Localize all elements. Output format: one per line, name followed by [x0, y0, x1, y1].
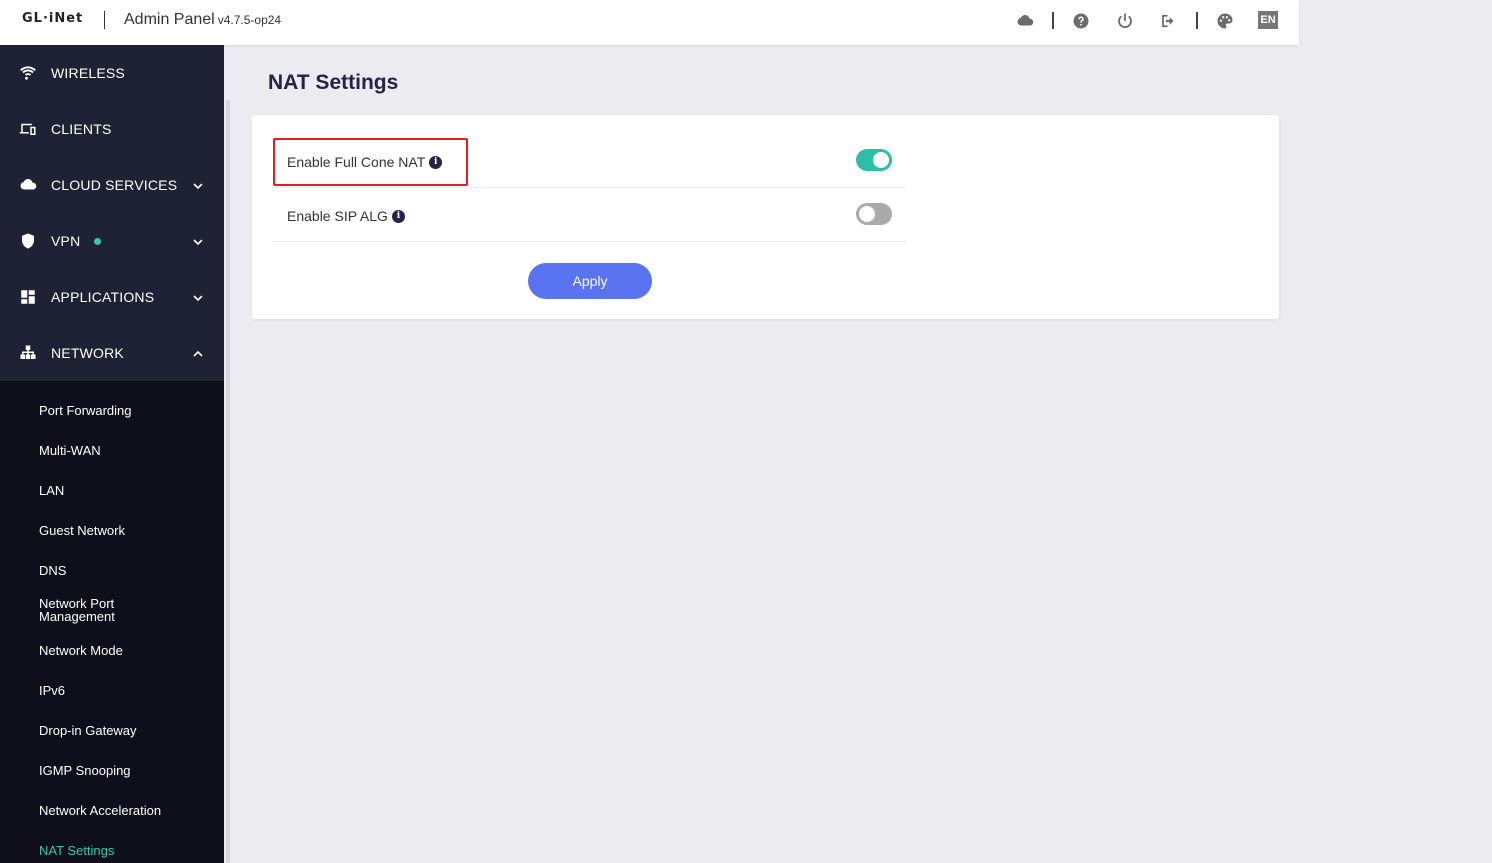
submenu-ipv6[interactable]: IPv6 [39, 684, 65, 697]
header-separator [1196, 12, 1198, 29]
network-icon [19, 344, 37, 362]
sidebar-item-cloud-services[interactable]: CLOUD SERVICES [0, 157, 224, 213]
header-separator [1052, 12, 1054, 29]
toggle-knob [859, 206, 875, 222]
submenu-drop-in-gateway[interactable]: Drop-in Gateway [39, 724, 137, 737]
shield-icon [19, 232, 37, 250]
submenu-dns[interactable]: DNS [39, 564, 66, 577]
submenu-port-forwarding[interactable]: Port Forwarding [39, 404, 131, 417]
submenu-network-acceleration[interactable]: Network Acceleration [39, 804, 161, 817]
version-label: v4.7.5-op24 [217, 13, 282, 27]
apply-button[interactable]: Apply [528, 263, 652, 299]
submenu-lan[interactable]: LAN [39, 484, 64, 497]
sidebar-item-label: NETWORK [51, 345, 124, 361]
nat-settings-card: Enable Full Cone NAT i Enable SIP ALG i … [252, 115, 1279, 319]
chevron-up-icon [192, 347, 204, 359]
full-cone-nat-toggle[interactable] [856, 149, 892, 171]
setting-row-sip-alg: Enable SIP ALG i [272, 188, 907, 242]
brand-logo[interactable]: GL·iNet [22, 11, 83, 26]
sidebar-item-applications[interactable]: APPLICATIONS [0, 269, 224, 325]
sidebar: WIRELESS CLIENTS CLOUD SERVICES VPN APPL… [0, 45, 224, 863]
header-divider [104, 11, 105, 29]
apps-grid-icon [19, 288, 37, 306]
sidebar-item-wireless[interactable]: WIRELESS [0, 45, 224, 101]
vpn-status-dot [94, 237, 101, 245]
sip-alg-toggle[interactable] [856, 203, 892, 225]
cloud-icon[interactable] [1015, 11, 1035, 31]
wifi-icon [19, 64, 37, 82]
submenu-nat-settings[interactable]: NAT Settings [39, 844, 114, 857]
help-icon[interactable] [1071, 11, 1091, 31]
sidebar-scrollbar[interactable] [226, 100, 230, 863]
chevron-down-icon [192, 235, 204, 247]
devices-icon [19, 120, 37, 138]
top-header: GL·iNet Admin Panel v4.7.5-op24 EN [0, 0, 1299, 45]
chevron-down-icon [192, 179, 204, 191]
sidebar-item-label: APPLICATIONS [51, 289, 155, 305]
sidebar-item-network[interactable]: NETWORK [0, 325, 224, 381]
setting-label: Enable SIP ALG i [287, 208, 405, 224]
sidebar-item-clients[interactable]: CLIENTS [0, 101, 224, 157]
palette-icon[interactable] [1215, 11, 1235, 31]
toggle-knob [873, 152, 889, 168]
sidebar-item-label: CLOUD SERVICES [51, 177, 178, 193]
setting-label-text: Enable SIP ALG [287, 208, 388, 224]
submenu-igmp-snooping[interactable]: IGMP Snooping [39, 764, 131, 777]
submenu-network-mode[interactable]: Network Mode [39, 644, 123, 657]
submenu-multi-wan[interactable]: Multi-WAN [39, 444, 101, 457]
chevron-down-icon [192, 291, 204, 303]
sidebar-item-label: WIRELESS [51, 65, 125, 81]
cloud-icon [19, 176, 37, 194]
app-title: Admin Panel v4.7.5-op24 [124, 11, 281, 29]
logout-icon[interactable] [1159, 11, 1179, 31]
sidebar-item-label: VPN [51, 233, 81, 249]
page-title: NAT Settings [268, 71, 399, 94]
sidebar-item-vpn[interactable]: VPN [0, 213, 224, 269]
info-icon[interactable]: i [391, 209, 405, 223]
sidebar-item-label: CLIENTS [51, 121, 112, 137]
highlight-box [273, 138, 468, 186]
submenu-network-port-management[interactable]: Network Port Management [39, 597, 149, 623]
language-selector[interactable]: EN [1258, 11, 1278, 29]
app-title-text: Admin Panel [124, 11, 215, 28]
network-submenu: Port Forwarding Multi-WAN LAN Guest Netw… [0, 381, 224, 863]
submenu-guest-network[interactable]: Guest Network [39, 524, 125, 537]
power-icon[interactable] [1115, 11, 1135, 31]
